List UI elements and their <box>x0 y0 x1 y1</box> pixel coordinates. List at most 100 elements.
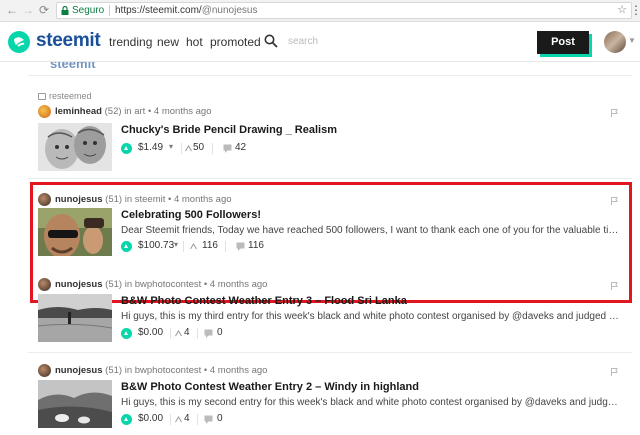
payout-caret-icon[interactable]: ▾ <box>174 240 178 249</box>
author-rep: (51) <box>105 365 123 376</box>
author-rep: (51) <box>105 194 123 205</box>
divider <box>28 75 632 76</box>
post-payout[interactable]: $1.49 <box>138 142 163 153</box>
votes-icon <box>175 416 182 423</box>
url-text: https://steemit.com/@nunojesus <box>115 3 257 18</box>
back-button[interactable]: ← <box>5 3 19 17</box>
search-input[interactable] <box>288 33 408 49</box>
post-feed: steemit resteemed leminhead (52) in art … <box>28 62 632 435</box>
partial-list-item: steemit <box>28 62 632 72</box>
post-context[interactable]: in steemit • 4 months ago <box>125 194 232 205</box>
author-name[interactable]: nunojesus <box>55 194 103 205</box>
divider <box>197 414 198 425</box>
post-thumbnail[interactable] <box>38 123 112 171</box>
flag-icon[interactable] <box>611 197 618 205</box>
post-thumbnail[interactable] <box>38 294 112 342</box>
post-button[interactable]: Post <box>537 31 589 54</box>
post-title[interactable]: Celebrating 500 Followers! <box>121 209 261 221</box>
divider <box>28 352 632 353</box>
nav-hot[interactable]: hot <box>186 35 203 49</box>
post-payout[interactable]: $100.73 <box>138 240 174 251</box>
divider <box>225 241 226 252</box>
payout-caret-icon[interactable]: ▾ <box>169 142 173 151</box>
divider <box>181 143 182 154</box>
resteemed-label: resteemed <box>38 91 92 101</box>
nav-new[interactable]: new <box>157 35 179 49</box>
comments-count[interactable]: 42 <box>235 142 246 153</box>
partial-item-text: steemit <box>50 62 96 71</box>
divider <box>170 414 171 425</box>
divider <box>183 241 184 252</box>
author-rep: (52) <box>104 106 122 117</box>
post-context[interactable]: in bwphotocontest • 4 months ago <box>125 365 268 376</box>
search-icon[interactable] <box>264 34 278 48</box>
author-name[interactable]: nunojesus <box>55 365 103 376</box>
steemit-logo-icon[interactable] <box>8 31 30 53</box>
post-title[interactable]: B&W Photo Contest Weather Entry 2 – Wind… <box>121 381 419 393</box>
divider <box>170 328 171 339</box>
resteem-icon <box>38 93 46 101</box>
flag-icon[interactable] <box>611 282 618 290</box>
byline-text: nunojesus (51) in bwphotocontest • 4 mon… <box>55 365 267 376</box>
votes-count[interactable]: 4 <box>184 327 190 338</box>
comments-count[interactable]: 0 <box>217 327 223 338</box>
votes-icon <box>185 145 192 152</box>
author-avatar[interactable] <box>38 105 51 118</box>
post-context[interactable]: in art • 4 months ago <box>124 106 211 117</box>
byline-text: leminhead (52) in art • 4 months ago <box>55 106 211 117</box>
post-thumbnail[interactable] <box>38 380 112 428</box>
secure-label: Seguro <box>72 5 105 16</box>
nav-trending[interactable]: trending <box>109 35 152 49</box>
upvote-icon[interactable] <box>121 241 132 252</box>
author-name[interactable]: nunojesus <box>55 279 103 290</box>
nav-promoted[interactable]: promoted <box>210 35 261 49</box>
votes-count[interactable]: 4 <box>184 413 190 424</box>
comment-icon <box>204 329 213 338</box>
flag-icon[interactable] <box>611 109 618 117</box>
upvote-icon[interactable] <box>121 414 132 425</box>
comment-icon <box>223 144 232 153</box>
comment-icon <box>236 242 245 251</box>
address-bar[interactable]: Seguro https://steemit.com/@nunojesus ☆ <box>56 2 632 19</box>
forward-button[interactable]: → <box>21 3 35 17</box>
post-payout[interactable]: $0.00 <box>138 413 163 424</box>
votes-icon <box>175 330 182 337</box>
post-excerpt[interactable]: Dear Steemit friends, Today we have reac… <box>121 225 621 236</box>
votes-icon <box>190 243 197 250</box>
bookmark-star-icon[interactable]: ☆ <box>617 3 627 18</box>
resteemed-text: resteemed <box>49 91 92 101</box>
post-excerpt[interactable]: Hi guys, this is my third entry for this… <box>121 311 621 322</box>
author-avatar[interactable] <box>38 278 51 291</box>
votes-count[interactable]: 116 <box>202 240 218 251</box>
upvote-icon[interactable] <box>121 143 132 154</box>
browser-toolbar: ← → ⟳ Seguro https://steemit.com/@nunoje… <box>0 0 640 22</box>
comments-count[interactable]: 116 <box>248 240 264 251</box>
post-title[interactable]: Chucky's Bride Pencil Drawing _ Realism <box>121 124 337 136</box>
post-context[interactable]: in bwphotocontest • 4 months ago <box>125 279 268 290</box>
post-excerpt[interactable]: Hi guys, this is my second entry for thi… <box>121 397 621 408</box>
divider <box>28 178 632 179</box>
post-title[interactable]: B&W Photo Contest Weather Entry 3 – Floo… <box>121 295 407 307</box>
author-avatar[interactable] <box>38 193 51 206</box>
site-header: steemit trending new hot promoted Post ▼ <box>0 22 640 62</box>
url-path: @nunojesus <box>201 5 258 16</box>
comment-icon <box>204 415 213 424</box>
chevron-down-icon[interactable]: ▼ <box>628 36 636 45</box>
lock-icon <box>61 6 69 15</box>
byline-text: nunojesus (51) in bwphotocontest • 4 mon… <box>55 279 267 290</box>
post-payout[interactable]: $0.00 <box>138 327 163 338</box>
author-name[interactable]: leminhead <box>55 106 102 117</box>
browser-menu-icon[interactable]: ⋮ <box>630 3 640 17</box>
upvote-icon[interactable] <box>121 328 132 339</box>
post-thumbnail[interactable] <box>38 208 112 256</box>
brand-name[interactable]: steemit <box>36 30 101 52</box>
author-avatar[interactable] <box>38 364 51 377</box>
user-avatar[interactable] <box>604 31 626 53</box>
votes-count[interactable]: 50 <box>193 142 204 153</box>
byline-text: nunojesus (51) in steemit • 4 months ago <box>55 194 232 205</box>
comments-count[interactable]: 0 <box>217 413 223 424</box>
address-separator <box>109 5 110 16</box>
author-rep: (51) <box>105 279 123 290</box>
reload-button[interactable]: ⟳ <box>37 3 51 17</box>
flag-icon[interactable] <box>611 368 618 376</box>
